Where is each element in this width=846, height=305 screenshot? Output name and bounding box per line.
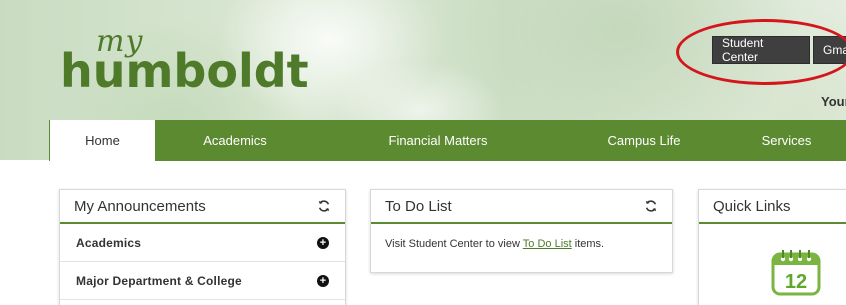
announcements-header: My Announcements: [60, 190, 345, 224]
welcome-text: Your: [821, 94, 846, 109]
refresh-icon[interactable]: [317, 199, 331, 213]
gmail-button[interactable]: Gmai: [813, 36, 846, 64]
todo-text-before: Visit Student Center to view: [385, 238, 523, 250]
todo-text-after: items.: [571, 238, 605, 250]
plus-circle-icon[interactable]: +: [317, 275, 329, 287]
nav-tab-services[interactable]: Services: [727, 120, 846, 161]
announcement-label: Major Department & College: [76, 273, 242, 288]
announcement-label: Academics: [76, 235, 142, 250]
student-center-button[interactable]: Student Center: [712, 36, 810, 64]
nav-tab-academics[interactable]: Academics: [155, 120, 315, 161]
plus-circle-icon[interactable]: +: [317, 237, 329, 249]
todo-header: To Do List: [371, 190, 672, 224]
main-nav: Home Academics Financial Matters Campus …: [49, 120, 846, 161]
refresh-icon[interactable]: [644, 199, 658, 213]
announcements-title: My Announcements: [74, 197, 206, 215]
announcement-item-academics[interactable]: Academics +: [60, 224, 345, 262]
quick-links-header: Quick Links: [699, 190, 846, 224]
calendar-icon[interactable]: 12: [771, 248, 821, 296]
nav-tab-home[interactable]: Home: [49, 120, 155, 161]
todo-body: Visit Student Center to view To Do List …: [371, 224, 672, 264]
quick-links-title: Quick Links: [713, 197, 791, 215]
todo-panel: To Do List Visit Student Center to view …: [370, 189, 673, 273]
todo-list-link[interactable]: To Do List: [523, 238, 572, 250]
logo-humboldt-text: humboldt: [60, 44, 309, 98]
calendar-day-text: 12: [785, 271, 807, 293]
announcements-panel: My Announcements Academics + Major Depar…: [59, 189, 346, 305]
nav-tab-campus-life[interactable]: Campus Life: [561, 120, 727, 161]
announcement-item-major-department[interactable]: Major Department & College +: [60, 262, 345, 300]
quick-links-panel: Quick Links 12: [698, 189, 846, 305]
nav-tab-financial-matters[interactable]: Financial Matters: [315, 120, 561, 161]
todo-title: To Do List: [385, 197, 452, 215]
